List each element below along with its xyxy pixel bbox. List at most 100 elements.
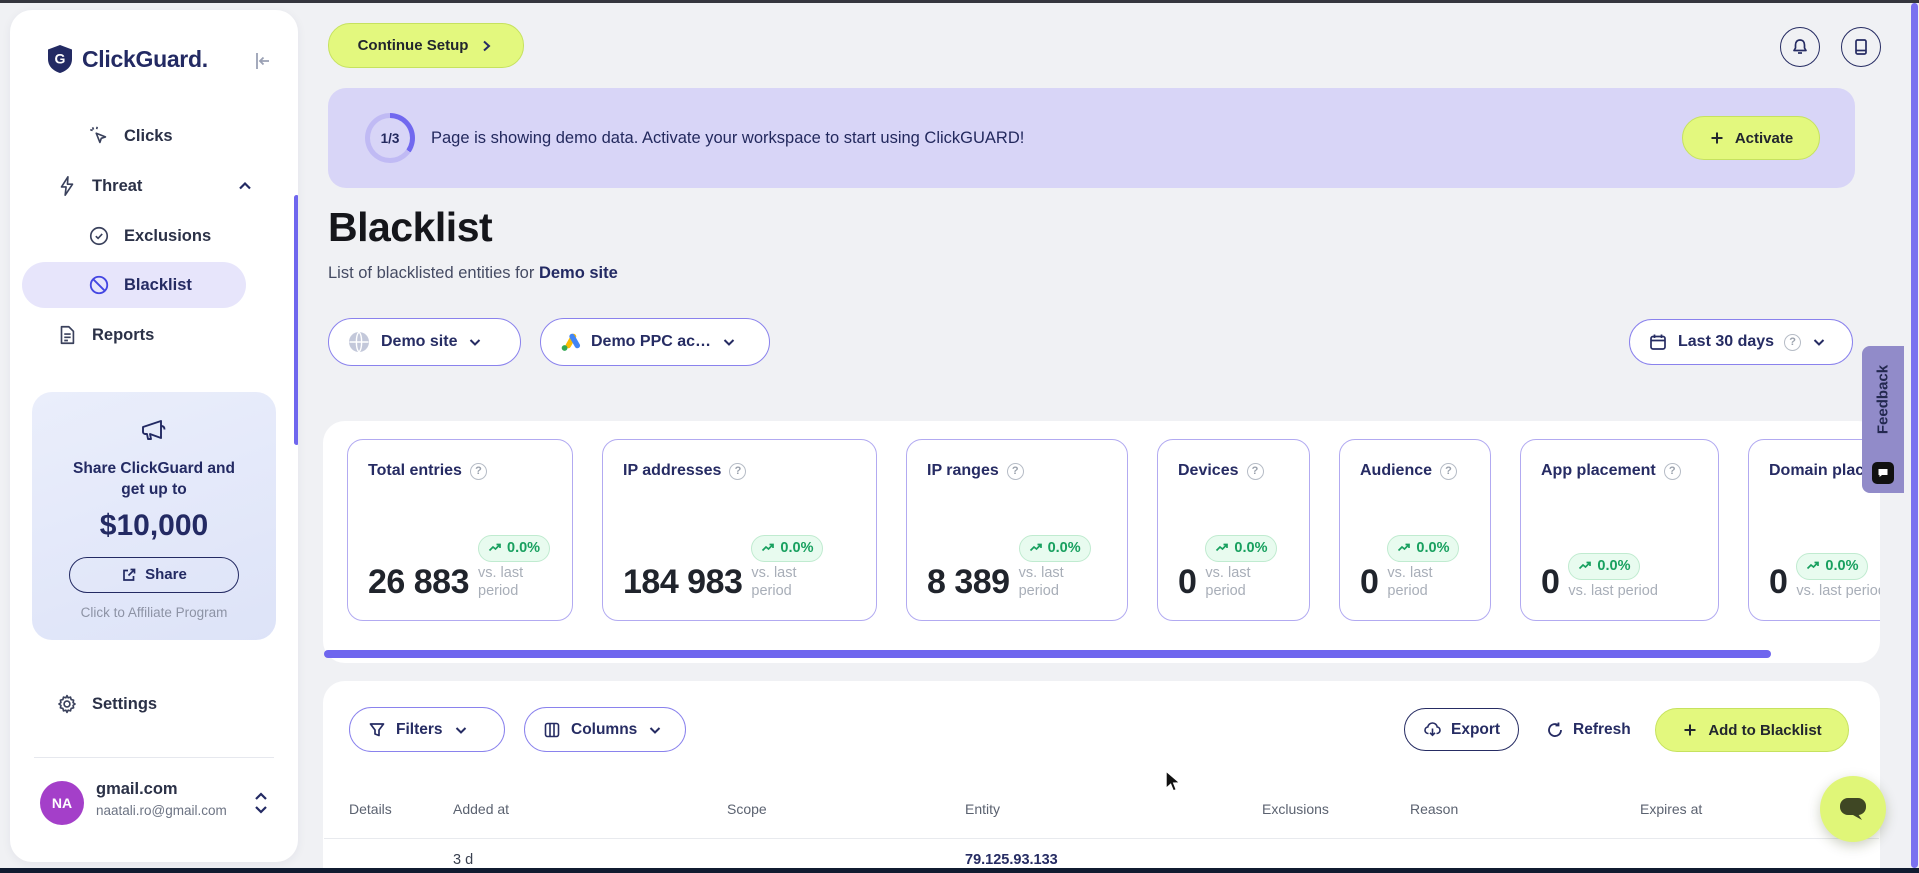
stat-delta: 0.0% — [1416, 540, 1450, 557]
badge-check-icon — [89, 226, 109, 246]
document-icon — [60, 325, 75, 345]
table-panel: Filters Columns Export Refresh Add to Bl… — [323, 681, 1880, 873]
export-label: Export — [1451, 720, 1501, 738]
table-row[interactable]: 3 d 79.125.93.133 — [349, 852, 1860, 868]
notifications-button[interactable] — [1780, 27, 1820, 67]
stat-sub: vs. last period — [1568, 582, 1658, 599]
continue-setup-button[interactable]: Continue Setup — [328, 23, 524, 68]
stat-card-audience: Audience? 0 0.0% vs. last period — [1339, 439, 1491, 621]
date-range-selector[interactable]: Last 30 days ? — [1629, 319, 1853, 365]
demo-data-banner: 1/3 Page is showing demo data. Activate … — [328, 88, 1855, 188]
feedback-label: Feedback — [1874, 364, 1892, 435]
promo-amount: $10,000 — [99, 508, 209, 542]
trend-up-icon — [488, 543, 501, 552]
window-bottom-edge — [0, 868, 1919, 873]
clickguard-logo-icon: G — [48, 45, 72, 73]
window-top-edge — [0, 0, 1919, 3]
stat-card-domain-placement: Domain placement? 0 0.0% vs. last period — [1748, 439, 1880, 621]
setup-progress-text: 1/3 — [370, 118, 410, 158]
sidebar-item-exclusions[interactable]: Exclusions — [10, 214, 298, 258]
stat-sub: vs. last period — [1018, 564, 1064, 599]
help-icon[interactable]: ? — [1663, 462, 1681, 480]
column-header-exclusions[interactable]: Exclusions — [1262, 801, 1410, 817]
stat-label: App placement — [1541, 462, 1656, 479]
add-to-blacklist-button[interactable]: Add to Blacklist — [1655, 708, 1849, 752]
page-vertical-scrollbar[interactable] — [1911, 3, 1918, 868]
feedback-tab[interactable]: Feedback — [1862, 346, 1904, 493]
stat-label: Total entries — [368, 462, 462, 479]
book-icon — [1855, 39, 1867, 55]
activate-button[interactable]: Activate — [1682, 116, 1820, 160]
sidebar-item-label: Threat — [92, 176, 143, 195]
stat-label: Audience — [1360, 462, 1433, 479]
table-header-row: Details Added at Scope Entity Exclusions… — [349, 801, 1860, 817]
activate-label: Activate — [1734, 129, 1794, 147]
chevron-down-icon — [455, 726, 466, 734]
site-selector[interactable]: Demo site — [328, 318, 521, 366]
stat-sub: vs. last period — [1205, 564, 1251, 599]
subtitle-text: List of blacklisted entities for — [328, 264, 535, 282]
funnel-icon — [369, 722, 385, 736]
stat-card-ip-ranges: IP ranges? 8 389 0.0% vs. last period — [906, 439, 1128, 621]
user-email: naatali.ro@gmail.com — [96, 803, 227, 818]
refresh-icon — [1548, 722, 1562, 737]
sidebar-item-settings[interactable]: Settings — [10, 682, 298, 726]
bell-icon — [1793, 39, 1807, 54]
chevron-up-icon[interactable] — [236, 177, 254, 195]
cell-entity[interactable]: 79.125.93.133 — [965, 852, 1262, 868]
share-button[interactable]: Share — [69, 556, 239, 593]
export-button[interactable]: Export — [1404, 708, 1520, 751]
help-icon[interactable]: ? — [1246, 462, 1264, 480]
ppc-account-selector[interactable]: Demo PPC ac… — [540, 318, 770, 366]
subtitle-site-name: Demo site — [538, 264, 618, 282]
help-icon[interactable]: ? — [1006, 462, 1024, 480]
sidebar-item-label: Settings — [92, 694, 158, 713]
docs-button[interactable] — [1841, 27, 1881, 67]
sidebar-item-reports[interactable]: Reports — [10, 313, 298, 357]
setup-progress-ring: 1/3 — [365, 113, 415, 163]
sidebar-collapse-icon[interactable] — [252, 50, 274, 72]
help-icon[interactable]: ? — [469, 462, 487, 480]
stat-sub: vs. last period — [1387, 564, 1433, 599]
sidebar-scrollbar[interactable] — [294, 195, 298, 445]
cloud-download-icon — [1424, 722, 1441, 737]
ppc-account-value: Demo PPC ac… — [591, 333, 712, 350]
sidebar-item-threat[interactable]: Threat — [10, 164, 298, 208]
help-icon[interactable]: ? — [729, 462, 747, 480]
workspace-switcher[interactable]: NA gmail.com naatali.ro@gmail.com — [10, 772, 298, 836]
logo-text: ClickGuard. — [82, 45, 208, 72]
sidebar-item-clicks[interactable]: Clicks — [10, 114, 298, 158]
column-header-details[interactable]: Details — [349, 801, 453, 817]
column-header-entity[interactable]: Entity — [965, 801, 1262, 817]
cards-horizontal-scrollbar[interactable] — [324, 650, 1771, 658]
logo[interactable]: G ClickGuard. — [46, 44, 208, 74]
stat-cards-row: Total entries? 26 883 0.0% vs. last peri… — [347, 439, 1880, 633]
banner-message: Page is showing demo data. Activate your… — [431, 128, 1025, 147]
chat-launcher-button[interactable] — [1820, 776, 1886, 842]
sidebar-item-blacklist[interactable]: Blacklist — [22, 262, 246, 308]
trend-up-icon — [1029, 543, 1042, 552]
affiliate-promo-card[interactable]: Share ClickGuard and get up to $10,000 S… — [32, 392, 276, 640]
filters-button[interactable]: Filters — [349, 707, 505, 752]
column-header-added-at[interactable]: Added at — [453, 801, 727, 817]
stat-label: Devices — [1178, 462, 1239, 479]
column-header-scope[interactable]: Scope — [727, 801, 965, 817]
svg-text:G: G — [55, 51, 66, 67]
stat-card-ip-addresses: IP addresses? 184 983 0.0% vs. last peri… — [602, 439, 877, 621]
stat-sub: vs. last period — [478, 564, 524, 599]
stat-sub: vs. last period — [1796, 582, 1880, 599]
sidebar-divider — [34, 757, 274, 758]
column-header-reason[interactable]: Reason — [1410, 801, 1640, 817]
help-icon[interactable]: ? — [1440, 462, 1458, 480]
columns-button[interactable]: Columns — [524, 707, 686, 752]
promo-headline: Share ClickGuard and get up to — [73, 460, 235, 498]
app-screen: G ClickGuard. Clicks Threat Exclusions B… — [0, 0, 1919, 873]
refresh-button[interactable]: Refresh — [1546, 708, 1631, 751]
chevron-down-icon — [1813, 339, 1825, 346]
trend-up-icon — [1398, 543, 1411, 552]
plus-icon — [1684, 724, 1696, 736]
stat-label: IP ranges — [927, 462, 999, 479]
stat-value: 0 — [1769, 563, 1788, 601]
stat-value: 184 983 — [623, 563, 743, 601]
help-icon[interactable]: ? — [1784, 333, 1802, 351]
